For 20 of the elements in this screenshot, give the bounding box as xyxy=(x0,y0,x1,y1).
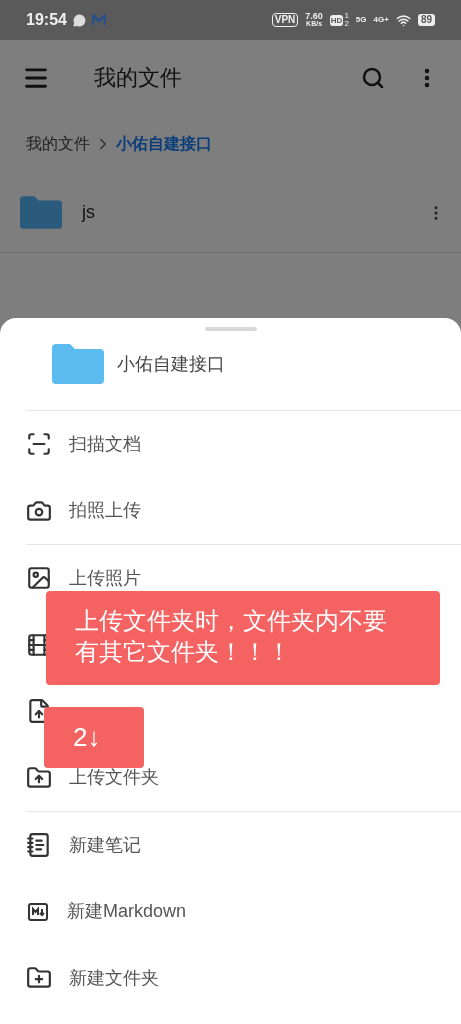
menu-item-label: 扫描文档 xyxy=(69,432,141,456)
folder-name: 小佑自建接口 xyxy=(117,352,225,376)
warning-toast: 上传文件夹时，文件夹内不要有其它文件夹！！！ xyxy=(46,591,440,685)
menu-item-label: 拍照上传 xyxy=(69,499,141,523)
page-title: 我的文件 xyxy=(94,64,182,92)
vpn-badge: VPN xyxy=(271,13,299,27)
menu-item-label: 上传照片 xyxy=(69,566,141,590)
sim-number: 1 xyxy=(344,12,349,20)
network-type: 4G+ xyxy=(373,14,389,26)
menu-item-label: 上传文件夹 xyxy=(69,766,159,790)
menu-item-label: 新建Markdown xyxy=(67,900,187,924)
network-type: 5G xyxy=(355,14,367,26)
clock-time: 19:54 xyxy=(26,10,67,30)
step-toast: 2↓ xyxy=(44,707,144,768)
hd-badge: HD xyxy=(329,14,344,26)
menu-item-label: 新建笔记 xyxy=(69,833,141,857)
speed-value: 7.60 xyxy=(305,12,323,20)
sim-number: 2 xyxy=(344,20,349,28)
menu-item-label: 新建文件夹 xyxy=(69,966,159,990)
battery-badge: 89 xyxy=(417,14,435,26)
